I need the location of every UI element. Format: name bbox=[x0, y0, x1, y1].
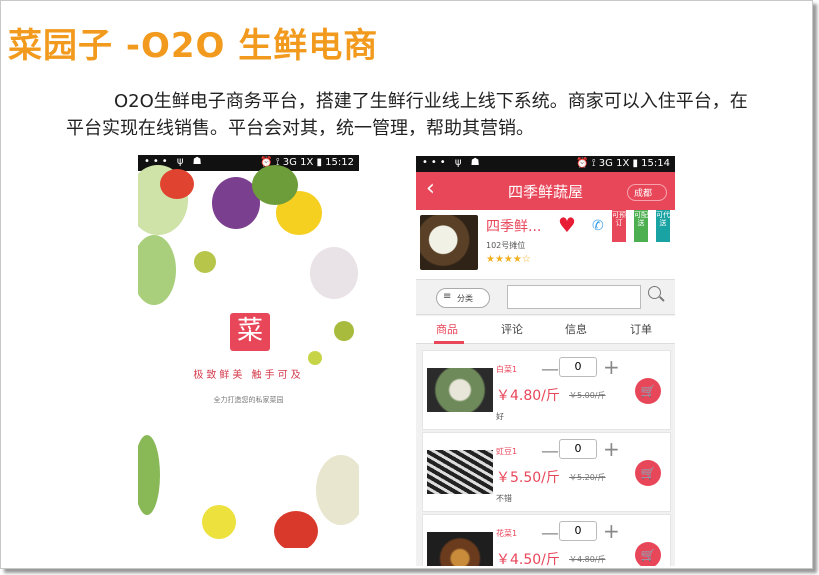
product-price: ￥4.80/斤 bbox=[496, 388, 560, 404]
product-note: 不错 bbox=[496, 494, 512, 503]
status-left: ••• ψ ☗ bbox=[422, 157, 483, 168]
shop-address: 102号摊位 bbox=[486, 241, 526, 250]
product-name: 花菜1 bbox=[496, 529, 518, 538]
lemon-illustration bbox=[202, 505, 236, 539]
leaf-illustration bbox=[138, 435, 160, 515]
quantity-field[interactable]: 0 bbox=[559, 521, 597, 541]
tab-bar: 商品 评论 信息 订单 bbox=[416, 316, 675, 344]
phone-icon[interactable]: ✆ bbox=[592, 218, 604, 234]
bean-illustration bbox=[308, 351, 322, 365]
product-name: 白菜1 bbox=[496, 365, 518, 374]
product-item[interactable]: 白菜1 ￥4.80/斤 ￥5.00/斤 好 — 0 + 🛒 bbox=[422, 350, 671, 430]
shop-screenshot: ••• ψ ☗ ⏰ ⟟ 3G 1X ▮ 15:14 ‹ 四季鲜蔬屋 成都 四季鲜… bbox=[416, 156, 675, 566]
product-image bbox=[427, 532, 493, 566]
cart-icon[interactable]: 🛒 bbox=[635, 542, 661, 566]
minus-button[interactable]: — bbox=[541, 523, 559, 544]
product-image bbox=[427, 450, 493, 494]
minus-button[interactable]: — bbox=[541, 441, 559, 462]
product-old-price: ￥5.00/斤 bbox=[569, 391, 606, 400]
city-label: 成都 bbox=[633, 189, 652, 199]
slogan: 极致鲜美 触手可及 bbox=[193, 370, 304, 381]
tomato-illustration bbox=[160, 169, 194, 199]
tab-info[interactable]: 信息 bbox=[565, 321, 587, 337]
page-title: 菜园子 -O2O 生鲜电商 bbox=[8, 26, 379, 66]
product-item[interactable]: 花菜1 ￥4.50/斤 ￥4.80/斤 — 0 + 🛒 bbox=[422, 514, 671, 566]
plus-button[interactable]: + bbox=[603, 355, 620, 379]
mushroom-illustration bbox=[310, 247, 358, 299]
cauliflower-illustration bbox=[316, 455, 359, 525]
product-old-price: ￥4.80/斤 bbox=[569, 555, 606, 564]
search-icon[interactable] bbox=[648, 286, 661, 299]
plus-button[interactable]: + bbox=[603, 519, 620, 543]
category-button[interactable]: 分类 bbox=[436, 288, 490, 308]
tag-delivery: 可配送 bbox=[634, 210, 648, 242]
product-image bbox=[427, 368, 493, 412]
subtitle: 全力打造您的私家菜园 bbox=[213, 396, 284, 404]
shop-name: 四季鲜... bbox=[486, 219, 542, 235]
tag-proxy: 可代送 bbox=[656, 210, 670, 242]
quantity-field[interactable]: 0 bbox=[559, 357, 597, 377]
status-bar: ••• ψ ☗ ⏰ ⟟ 3G 1X ▮ 15:14 bbox=[416, 156, 675, 172]
olive-illustration bbox=[334, 321, 354, 341]
app-logo: 菜 bbox=[230, 313, 270, 351]
product-old-price: ￥5.20/斤 bbox=[569, 473, 606, 482]
product-price: ￥4.50/斤 bbox=[496, 552, 560, 566]
olive-illustration bbox=[194, 251, 216, 273]
tag-reserve: 可预订 bbox=[612, 210, 626, 242]
shop-image bbox=[420, 215, 478, 270]
tab-goods[interactable]: 商品 bbox=[436, 321, 458, 337]
app-header: ‹ 四季鲜蔬屋 成都 bbox=[416, 172, 675, 210]
logo-text: 菜 bbox=[236, 316, 263, 346]
status-right: ⏰ ⟟ 3G 1X ▮ 15:14 bbox=[576, 158, 670, 169]
slide-frame bbox=[0, 0, 813, 569]
splash-screenshot: ••• ψ ☗ ⏰ ⟟ 3G 1X ▮ 15:12 菜 极致鲜美 触手可及 全力… bbox=[138, 155, 359, 548]
leaf-illustration bbox=[252, 165, 298, 205]
description: O2O生鲜电子商务平台，搭建了生鲜行业线上线下系统。商家可以入住平台，在平台实现… bbox=[66, 91, 748, 139]
tab-orders[interactable]: 订单 bbox=[630, 321, 652, 337]
search-input[interactable] bbox=[507, 285, 641, 309]
tomato-illustration bbox=[274, 511, 318, 548]
cabbage-illustration bbox=[138, 235, 176, 305]
tab-reviews[interactable]: 评论 bbox=[501, 321, 523, 337]
plus-button[interactable]: + bbox=[603, 437, 620, 461]
product-name: 豇豆1 bbox=[496, 447, 518, 456]
product-price: ￥5.50/斤 bbox=[496, 470, 560, 486]
quantity-field[interactable]: 0 bbox=[559, 439, 597, 459]
product-note: 好 bbox=[496, 412, 504, 421]
rating-stars: ★★★★☆ bbox=[486, 254, 531, 265]
favorite-heart-icon[interactable]: ♥ bbox=[558, 213, 576, 237]
minus-button[interactable]: — bbox=[541, 359, 559, 380]
search-row: 分类 bbox=[416, 281, 675, 315]
product-item[interactable]: 豇豆1 ￥5.50/斤 ￥5.20/斤 不错 — 0 + 🛒 bbox=[422, 432, 671, 512]
active-tab-indicator bbox=[434, 341, 464, 344]
cart-icon[interactable]: 🛒 bbox=[635, 378, 661, 404]
cart-icon[interactable]: 🛒 bbox=[635, 460, 661, 486]
city-selector[interactable]: 成都 bbox=[626, 184, 667, 201]
shop-info: 四季鲜... 102号摊位 ★★★★☆ ♥ ✆ 可预订 可配送 可代送 bbox=[416, 210, 675, 280]
